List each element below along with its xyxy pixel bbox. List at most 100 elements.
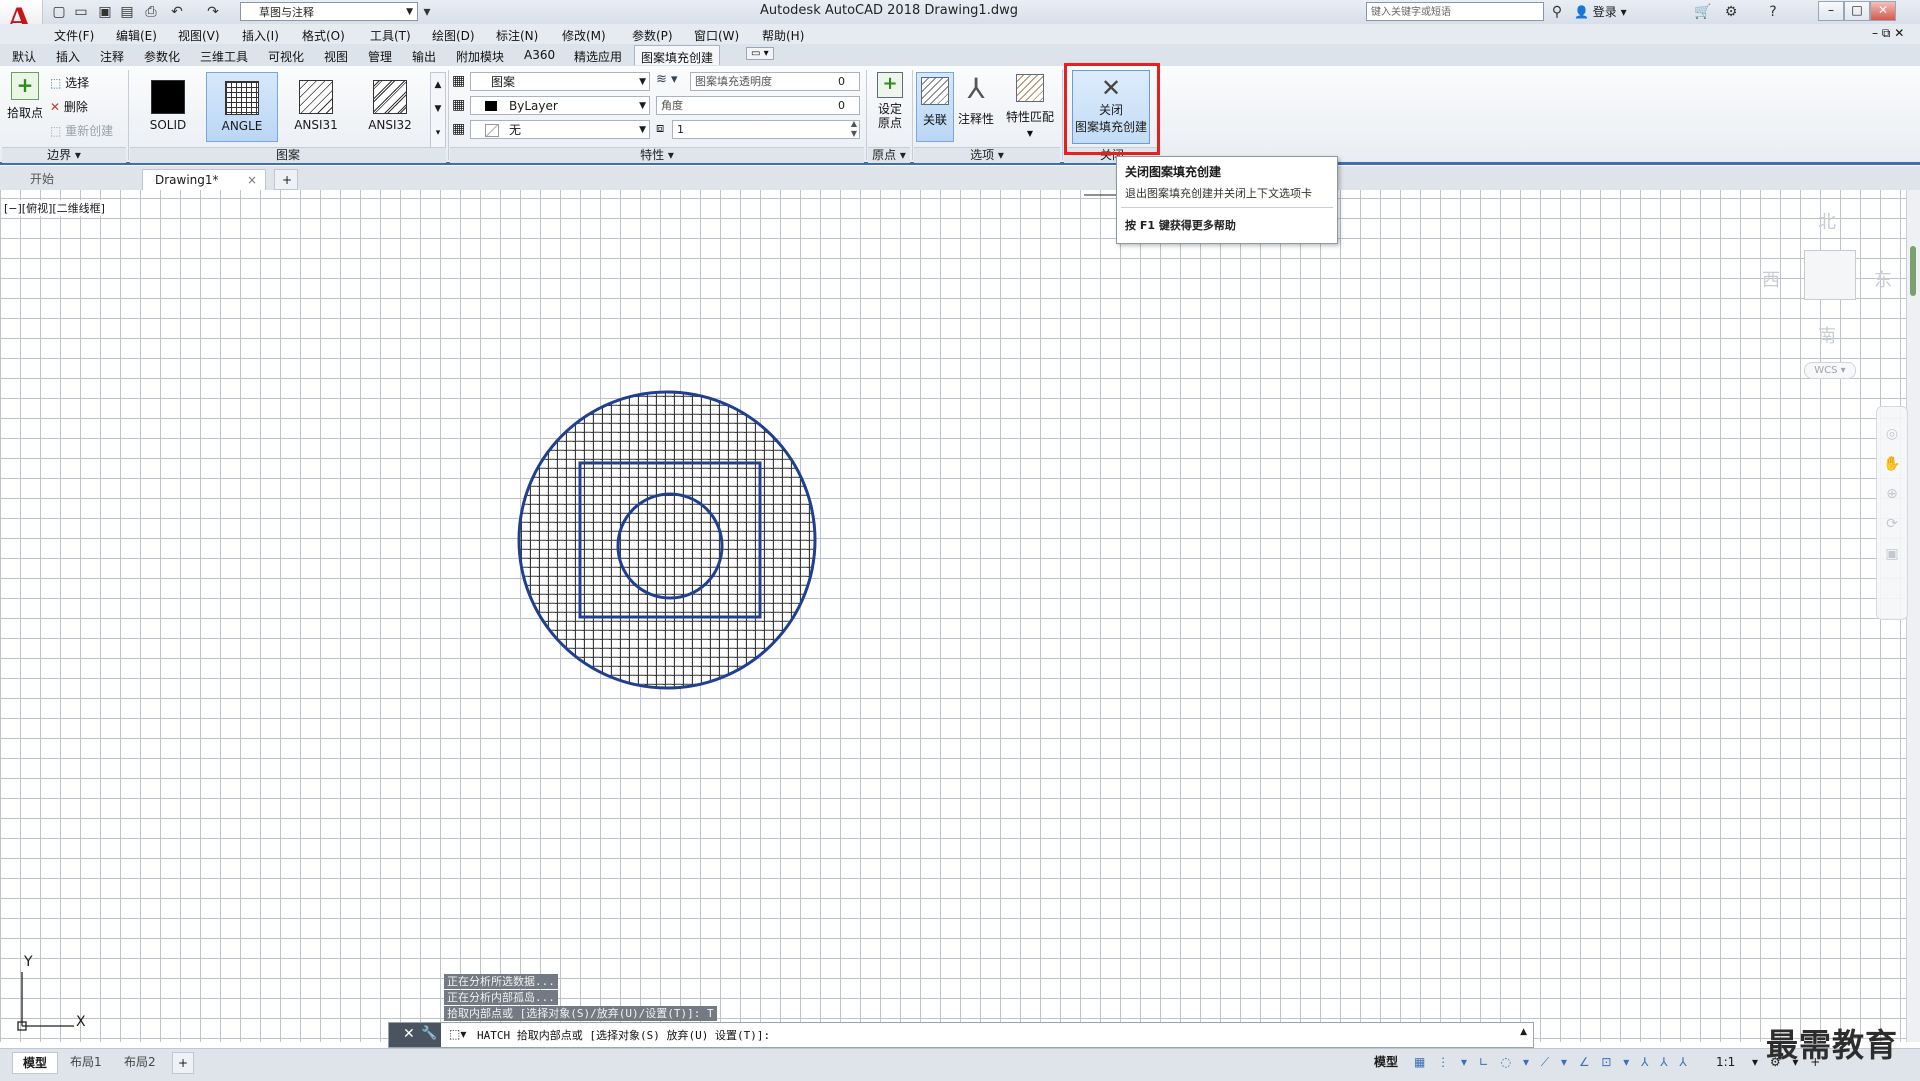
- hatch-color-dropdown[interactable]: ByLayer ▼: [470, 96, 650, 115]
- recreate-boundary-button[interactable]: ⬚ 重新创建: [50, 122, 113, 139]
- open-file-icon[interactable]: ▭: [72, 3, 90, 21]
- menu-window[interactable]: 窗口(W): [694, 27, 739, 44]
- navigation-bar[interactable]: ◎ ✋ ⊕ ⟳ ▣: [1876, 406, 1908, 620]
- tab-hatch-creation[interactable]: 图案填充创建: [634, 45, 721, 65]
- menu-view[interactable]: 视图(V): [178, 27, 220, 44]
- pattern-ansi32[interactable]: ANSI32: [354, 72, 426, 142]
- viewcube-west[interactable]: 西: [1762, 266, 1780, 292]
- pattern-ansi31[interactable]: ANSI31: [280, 72, 352, 142]
- menu-format[interactable]: 格式(O): [302, 27, 345, 44]
- undo-icon[interactable]: ↶: [168, 3, 186, 21]
- wcs-dropdown[interactable]: WCS ▾: [1804, 362, 1856, 379]
- recent-commands-icon[interactable]: ⬚▾: [449, 1027, 466, 1041]
- remove-boundary-button[interactable]: ✕ 删除: [50, 98, 88, 115]
- scale-field[interactable]: 1 ▲ ▼: [672, 119, 860, 139]
- tab-manage[interactable]: 管理: [368, 48, 392, 65]
- tab-view[interactable]: 视图: [324, 48, 348, 65]
- layout-tab-model[interactable]: 模型: [12, 1052, 59, 1074]
- tab-start[interactable]: 开始: [18, 169, 138, 190]
- tab-home[interactable]: 默认: [12, 48, 36, 65]
- tab-featured-apps[interactable]: 精选应用: [574, 48, 622, 65]
- tab-drawing1[interactable]: Drawing1* ×: [142, 169, 266, 190]
- menu-help[interactable]: 帮助(H): [762, 27, 804, 44]
- close-window-button[interactable]: ✕: [1870, 1, 1896, 21]
- annotation-scale[interactable]: 1:1: [1706, 1052, 1745, 1072]
- tab-addins[interactable]: 附加模块: [456, 48, 504, 65]
- menu-insert[interactable]: 插入(I): [242, 27, 279, 44]
- login-button[interactable]: 👤 登录 ▾: [1574, 3, 1627, 20]
- hatch-type-dropdown[interactable]: 图案 ▼: [470, 72, 650, 91]
- panel-title-boundary[interactable]: 边界 ▾: [2, 147, 126, 163]
- cart-icon[interactable]: 🛒: [1694, 3, 1712, 21]
- model-space-button[interactable]: 模型: [1364, 1052, 1408, 1072]
- status-toggle-icons[interactable]: ▦ ⋮ ▾ ∟ ◌ ▾ ⟋ ▾ ∠ ⊡ ▾ ⅄ ⅄ ⅄: [1404, 1052, 1701, 1072]
- menu-dimension[interactable]: 标注(N): [496, 27, 538, 44]
- tab-parametric[interactable]: 参数化: [144, 48, 180, 65]
- menu-file[interactable]: 文件(F): [54, 27, 94, 44]
- doc-window-controls[interactable]: – ⧉ ✕: [1872, 26, 1904, 41]
- close-command-icon[interactable]: ✕: [403, 1026, 415, 1042]
- panel-title-options[interactable]: 选项 ▾: [914, 147, 1060, 163]
- new-file-icon[interactable]: ▢: [50, 3, 68, 21]
- pattern-gallery-scroll[interactable]: ▲ ▼ ▾: [430, 72, 446, 148]
- help-icon[interactable]: ?: [1764, 3, 1782, 21]
- ribbon-display-toggle[interactable]: ▭ ▾: [746, 47, 774, 60]
- nav-tools-icon[interactable]: ◎ ✋ ⊕ ⟳ ▣: [1877, 419, 1907, 569]
- close-tab-icon[interactable]: ×: [247, 170, 257, 190]
- redo-icon[interactable]: ↷: [204, 3, 222, 21]
- menu-parametric[interactable]: 参数(P): [632, 27, 673, 44]
- customize-qat-icon[interactable]: ▾: [418, 3, 436, 21]
- tab-annotate[interactable]: 注释: [100, 48, 124, 65]
- set-origin-button[interactable]: + 设定原点: [872, 72, 908, 130]
- save-as-icon[interactable]: ▤: [118, 3, 136, 21]
- match-properties-button[interactable]: 特性匹配 ▼: [1002, 72, 1058, 139]
- viewport-controls[interactable]: [−][俯视][二维线框]: [4, 200, 105, 216]
- viewcube-east[interactable]: 东: [1874, 266, 1892, 292]
- layout-tab-1[interactable]: 布局1: [60, 1052, 112, 1072]
- maximize-button[interactable]: □: [1844, 1, 1870, 21]
- angle-field[interactable]: 角度 0: [656, 96, 860, 115]
- command-prompt[interactable]: HATCH 拾取内部点或 [选择对象(S) 放弃(U) 设置(T)]:: [477, 1027, 770, 1043]
- viewcube-top-face[interactable]: [1804, 250, 1856, 300]
- command-line[interactable]: ✕ 🔧 ⬚▾ HATCH 拾取内部点或 [选择对象(S) 放弃(U) 设置(T)…: [388, 1022, 1534, 1048]
- drawing-canvas[interactable]: Y X: [0, 190, 1906, 1042]
- outer-circle[interactable]: [517, 390, 817, 690]
- workspace-dropdown[interactable]: 草图与注释 ▼: [240, 2, 418, 21]
- select-objects-button[interactable]: ⬚ 选择: [50, 74, 89, 91]
- menu-modify[interactable]: 修改(M): [562, 27, 606, 44]
- pattern-angle[interactable]: ANGLE: [206, 72, 278, 142]
- a360-icon[interactable]: ⚙: [1722, 3, 1740, 21]
- panel-title-origin[interactable]: 原点 ▾: [868, 147, 910, 163]
- tab-output[interactable]: 输出: [412, 48, 436, 65]
- background-color-dropdown[interactable]: 无 ▼: [470, 120, 650, 139]
- scroll-thumb[interactable]: [1910, 246, 1916, 296]
- tab-insert[interactable]: 插入: [56, 48, 80, 65]
- spinner-icon[interactable]: ▲ ▼: [851, 119, 857, 139]
- tab-a360[interactable]: A360: [524, 48, 555, 62]
- search-input[interactable]: 键入关键字或短语: [1366, 2, 1544, 21]
- vertical-scrollbar[interactable]: [1906, 190, 1920, 1042]
- viewcube-north[interactable]: 北: [1818, 208, 1836, 234]
- binoculars-icon[interactable]: ⚲: [1548, 3, 1566, 21]
- new-tab-button[interactable]: +: [274, 169, 298, 190]
- menu-draw[interactable]: 绘图(D): [432, 27, 475, 44]
- add-layout-button[interactable]: +: [172, 1052, 195, 1074]
- pick-points-button[interactable]: + 拾取点: [6, 72, 44, 121]
- save-icon[interactable]: ▣: [96, 3, 114, 21]
- menu-edit[interactable]: 编辑(E): [116, 27, 157, 44]
- command-line-grip[interactable]: ✕ 🔧: [389, 1023, 441, 1047]
- associative-toggle[interactable]: 关联: [916, 72, 954, 142]
- print-icon[interactable]: ⎙: [142, 3, 160, 21]
- tab-visualize[interactable]: 可视化: [268, 48, 304, 65]
- panel-title-properties[interactable]: 特性 ▾: [450, 147, 864, 163]
- menu-tools[interactable]: 工具(T): [370, 27, 411, 44]
- command-history-toggle[interactable]: ▲: [1520, 1027, 1527, 1037]
- layout-tab-2[interactable]: 布局2: [114, 1052, 166, 1072]
- transparency-field[interactable]: 图案填充透明度 0: [690, 72, 860, 91]
- pattern-solid[interactable]: SOLID: [132, 72, 204, 142]
- viewcube-south[interactable]: 南: [1818, 322, 1836, 348]
- annotative-button[interactable]: ⅄ 注释性: [956, 72, 996, 127]
- customize-wrench-icon[interactable]: 🔧: [421, 1026, 437, 1041]
- minimize-button[interactable]: –: [1818, 1, 1844, 21]
- transparency-icon[interactable]: ≋ ▾: [656, 72, 678, 87]
